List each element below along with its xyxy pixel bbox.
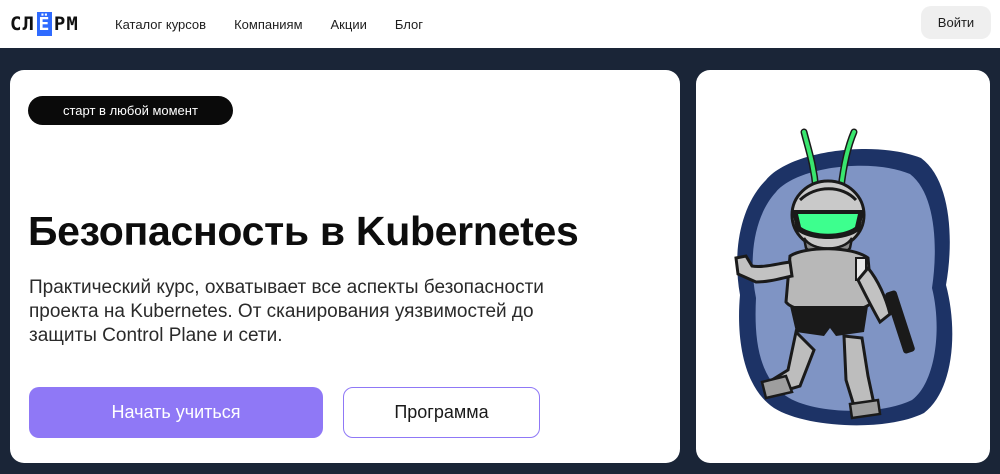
main-nav: Каталог курсов Компаниям Акции Блог [115, 0, 451, 48]
program-button[interactable]: Программа [343, 387, 540, 438]
start-anytime-badge: старт в любой момент [28, 96, 233, 125]
course-description: Практический курс, охватывает все аспект… [29, 277, 544, 346]
nav-link-blog[interactable]: Блог [395, 17, 423, 32]
nav-link-catalog[interactable]: Каталог курсов [115, 17, 206, 32]
robot-mascot-icon [734, 128, 953, 426]
top-navigation-bar: СЛ Ё РМ Каталог курсов Компаниям Акции Б… [0, 0, 1000, 48]
start-learning-button[interactable]: Начать учиться [29, 387, 323, 438]
course-hero-card: старт в любой момент Безопасность в Kube… [10, 70, 680, 463]
course-title: Безопасность в Kubernetes [28, 208, 579, 254]
logo-highlight-letter: Ё [36, 12, 52, 36]
illustration-card [696, 70, 990, 463]
nav-link-promotions[interactable]: Акции [331, 17, 367, 32]
logo-text-end: РМ [53, 13, 79, 35]
nav-link-companies[interactable]: Компаниям [234, 17, 302, 32]
login-button[interactable]: Войти [921, 6, 991, 39]
logo[interactable]: СЛ Ё РМ [10, 12, 79, 36]
logo-text-start: СЛ [10, 13, 35, 35]
